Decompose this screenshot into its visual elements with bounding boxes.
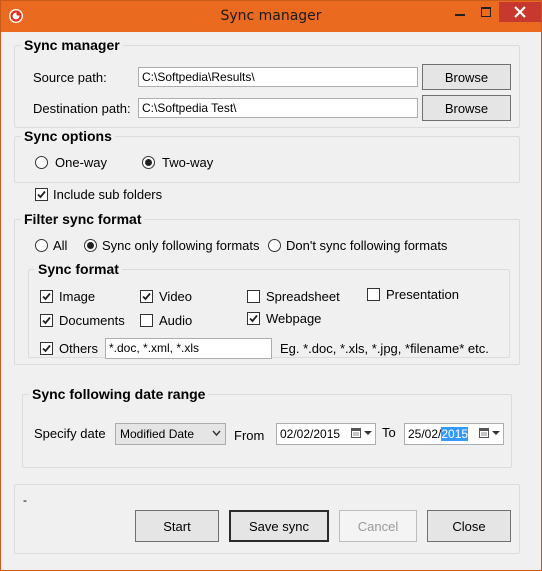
checkmark-icon — [37, 190, 46, 199]
source-path-input[interactable]: C:\Softpedia\Results\ — [138, 67, 418, 87]
from-date-value: 02/02/2015 — [280, 427, 341, 441]
checkmark-icon — [42, 292, 51, 301]
one-way-label[interactable]: One-way — [55, 155, 107, 170]
dropdown-arrow-icon[interactable] — [492, 427, 500, 439]
dont-sync-label[interactable]: Don't sync following formats — [286, 238, 447, 253]
destination-path-input[interactable]: C:\Softpedia Test\ — [138, 98, 418, 118]
specify-date-value: Modified Date — [120, 427, 195, 441]
others-label[interactable]: Others — [59, 341, 98, 356]
specify-date-select[interactable]: Modified Date — [115, 423, 226, 445]
webpage-label[interactable]: Webpage — [266, 311, 321, 326]
from-date-picker[interactable]: 02/02/2015 — [276, 423, 376, 445]
close-window-button[interactable] — [499, 2, 541, 22]
destination-path-label: Destination path: — [33, 101, 131, 116]
status-text: - — [23, 493, 27, 507]
others-formats-input[interactable]: *.doc, *.xml, *.xls — [105, 338, 272, 359]
specify-date-label: Specify date — [34, 426, 106, 441]
calendar-icon[interactable] — [479, 427, 489, 439]
filter-sync-format-legend: Filter sync format — [21, 211, 145, 227]
calendar-icon[interactable] — [351, 427, 361, 439]
others-example-text: Eg. *.doc, *.xls, *.jpg, *filename* etc. — [280, 341, 489, 356]
include-sub-folders-label[interactable]: Include sub folders — [53, 187, 162, 202]
to-date-picker[interactable]: 25/02/2015 — [404, 423, 504, 445]
source-path-label: Source path: — [33, 70, 107, 85]
maximize-button[interactable] — [473, 2, 499, 22]
date-range-legend: Sync following date range — [29, 386, 209, 402]
checkmark-icon — [142, 292, 151, 301]
two-way-label[interactable]: Two-way — [162, 155, 213, 170]
destination-browse-button[interactable]: Browse — [422, 95, 511, 121]
to-date-prefix: 25/02/ — [408, 427, 442, 441]
audio-checkbox[interactable] — [140, 314, 153, 327]
sync-manager-window: Sync manager Sync manager Source path: C… — [0, 0, 542, 571]
maximize-icon — [481, 7, 491, 17]
all-label[interactable]: All — [53, 238, 67, 253]
audio-label[interactable]: Audio — [159, 313, 192, 328]
to-date-selected-year[interactable]: 2015 — [441, 427, 469, 441]
sync-only-label[interactable]: Sync only following formats — [102, 238, 260, 253]
documents-label[interactable]: Documents — [59, 313, 125, 328]
presentation-label[interactable]: Presentation — [386, 287, 459, 302]
close-button[interactable]: Close — [427, 510, 511, 542]
video-checkbox[interactable] — [140, 290, 153, 303]
chevron-down-icon — [212, 430, 221, 437]
sync-options-legend: Sync options — [21, 128, 115, 144]
source-browse-button[interactable]: Browse — [422, 64, 511, 90]
cancel-button[interactable]: Cancel — [339, 510, 417, 542]
one-way-radio[interactable] — [35, 156, 48, 169]
spreadsheet-label[interactable]: Spreadsheet — [266, 289, 340, 304]
all-radio[interactable] — [35, 239, 48, 252]
to-label: To — [382, 425, 396, 440]
save-sync-button[interactable]: Save sync — [229, 510, 329, 542]
checkmark-icon — [249, 314, 258, 323]
image-label[interactable]: Image — [59, 289, 95, 304]
action-group: - Start Save sync Cancel Close — [14, 484, 520, 554]
image-checkbox[interactable] — [40, 290, 53, 303]
start-button[interactable]: Start — [135, 510, 219, 542]
sync-format-group: Sync format Image Video Spreadsheet Pres… — [28, 261, 510, 359]
close-icon — [514, 6, 526, 18]
title-bar[interactable]: Sync manager — [1, 1, 541, 32]
two-way-radio[interactable] — [142, 156, 155, 169]
minimize-button[interactable] — [447, 2, 473, 22]
sync-format-legend: Sync format — [35, 261, 122, 277]
dropdown-arrow-icon[interactable] — [364, 427, 372, 439]
client-area: Sync manager Source path: C:\Softpedia\R… — [9, 32, 533, 563]
from-label: From — [234, 428, 265, 443]
video-label[interactable]: Video — [159, 289, 192, 304]
sync-manager-group: Sync manager Source path: C:\Softpedia\R… — [14, 37, 520, 128]
webpage-checkbox[interactable] — [247, 312, 260, 325]
sync-only-radio[interactable] — [84, 239, 97, 252]
documents-checkbox[interactable] — [40, 314, 53, 327]
checkmark-icon — [42, 344, 51, 353]
date-range-group: Sync following date range Specify date M… — [22, 386, 512, 468]
checkmark-icon — [42, 316, 51, 325]
spreadsheet-checkbox[interactable] — [247, 290, 260, 303]
sync-options-group: Sync options One-way Two-way — [14, 128, 520, 183]
others-checkbox[interactable] — [40, 342, 53, 355]
minimize-icon — [455, 14, 465, 16]
sync-manager-legend: Sync manager — [21, 37, 123, 53]
include-sub-folders-checkbox[interactable] — [35, 188, 48, 201]
dont-sync-radio[interactable] — [268, 239, 281, 252]
presentation-checkbox[interactable] — [367, 288, 380, 301]
filter-sync-format-group: Filter sync format All Sync only followi… — [14, 211, 520, 365]
